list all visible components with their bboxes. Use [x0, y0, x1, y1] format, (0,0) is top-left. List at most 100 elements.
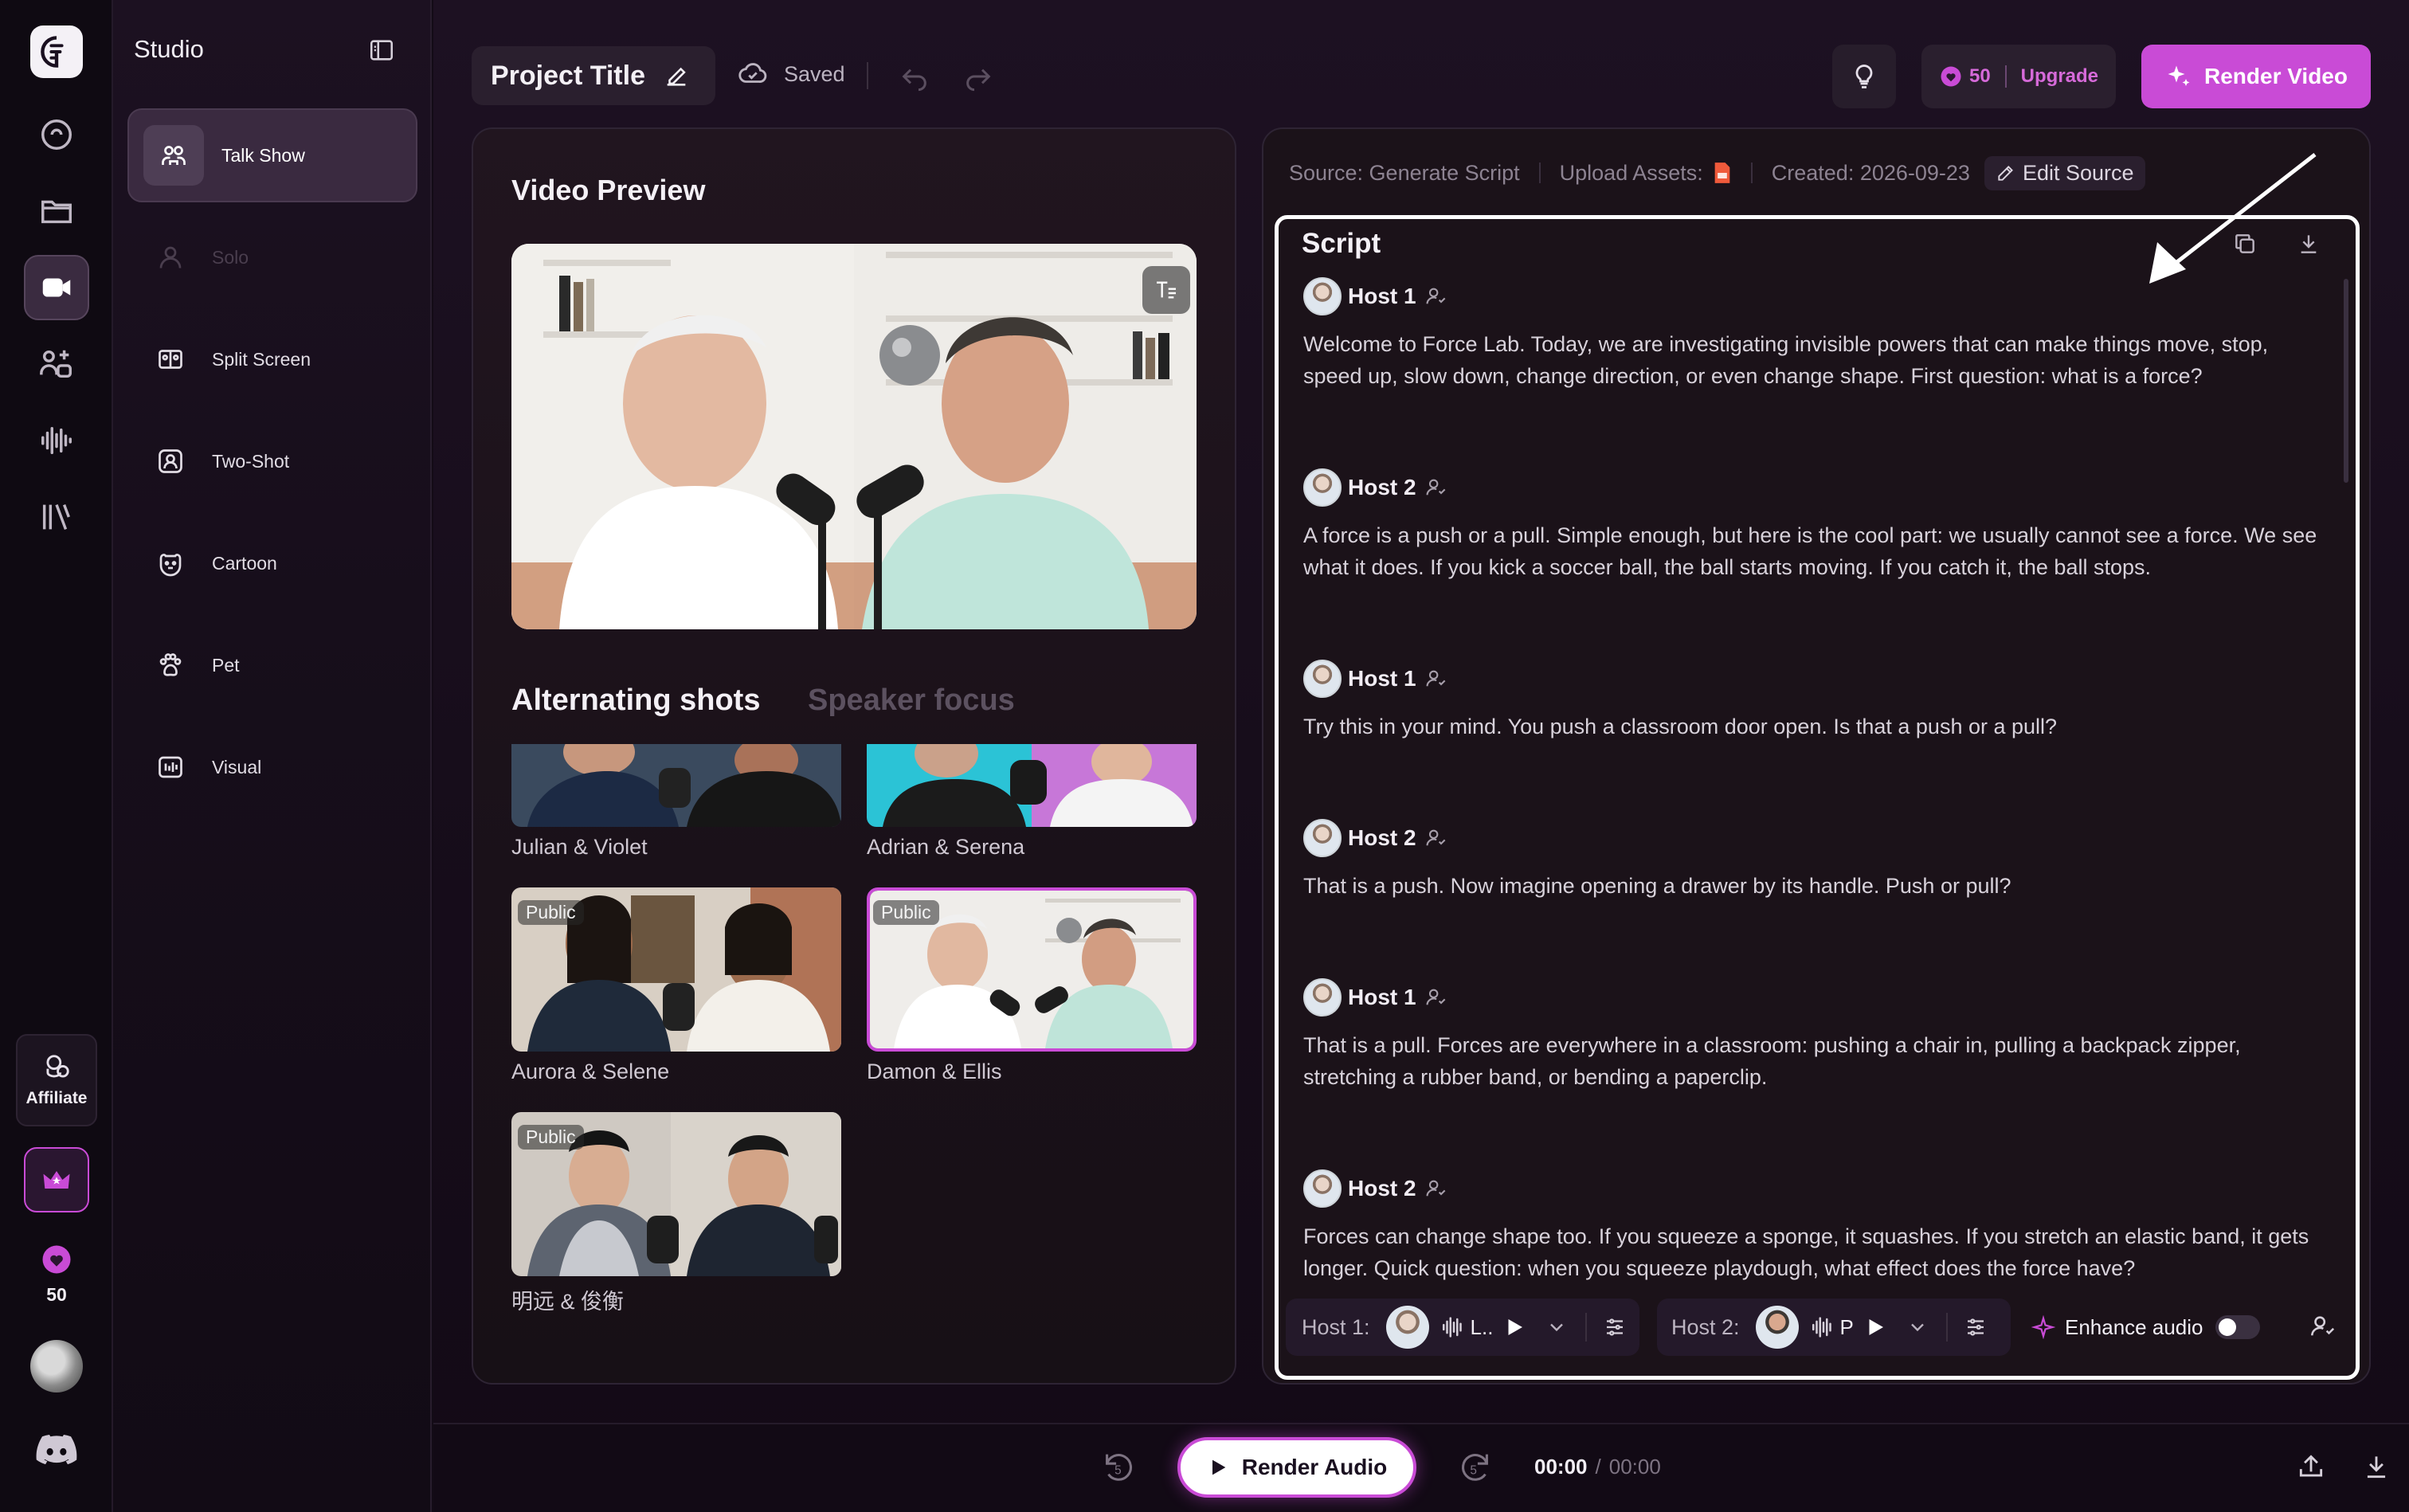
- host2-label: Host 2:: [1671, 1314, 1740, 1339]
- script-host-row[interactable]: Host 2: [1303, 468, 1447, 507]
- script-line-text[interactable]: Try this in your mind. You push a classr…: [1303, 711, 2331, 742]
- host-name: Host 1: [1348, 985, 1416, 1009]
- chevron-down-icon[interactable]: [1906, 1316, 1929, 1338]
- pair-thumb-damon-ellis[interactable]: Public: [867, 887, 1197, 1052]
- change-voice-icon[interactable]: [1424, 285, 1447, 307]
- saved-status: Saved: [738, 59, 845, 89]
- pair-thumb-aurora-selene[interactable]: Public: [511, 887, 841, 1052]
- menu-label: Pet: [212, 654, 240, 676]
- pair-thumb-julian-violet[interactable]: [511, 744, 841, 827]
- script-line-text[interactable]: A force is a push or a pull. Simple enou…: [1303, 519, 2331, 583]
- pdf-file-icon[interactable]: [1713, 162, 1732, 184]
- subtitle-toggle-button[interactable]: [1142, 266, 1190, 314]
- play-voice-icon[interactable]: [1502, 1315, 1526, 1339]
- script-host-row[interactable]: Host 1: [1303, 277, 1447, 315]
- user-avatar[interactable]: [30, 1340, 83, 1393]
- thumb-image: [867, 744, 1197, 827]
- split-screen-icon: [153, 342, 188, 377]
- script-scrollbar[interactable]: [2344, 279, 2348, 483]
- edit-pencil-icon: [667, 67, 686, 86]
- script-host-row[interactable]: Host 1: [1303, 978, 1447, 1016]
- talk-show-icon: [143, 125, 204, 186]
- audio-waveform-icon[interactable]: [24, 408, 89, 473]
- collapse-sidebar-icon[interactable]: [368, 37, 395, 64]
- time-total: 00:00: [1608, 1455, 1661, 1479]
- host1-voice-selector[interactable]: Host 1: L..: [1286, 1299, 1639, 1356]
- undo-icon[interactable]: [899, 61, 930, 92]
- script-line-text[interactable]: That is a pull. Forces are everywhere in…: [1303, 1029, 2331, 1093]
- host-name: Host 1: [1348, 666, 1416, 691]
- time-current: 00:00: [1534, 1455, 1588, 1479]
- redo-icon[interactable]: [962, 61, 994, 92]
- pair-name: Damon & Ellis: [867, 1060, 1002, 1083]
- tab-speaker-focus[interactable]: Speaker focus: [808, 684, 1015, 718]
- menu-item-visual[interactable]: Visual: [127, 720, 417, 814]
- menu-item-cartoon[interactable]: Cartoon: [127, 516, 417, 610]
- render-video-button[interactable]: Render Video: [2141, 45, 2371, 108]
- created-date: Created: 2026-09-23: [1771, 160, 1970, 185]
- public-badge: Public: [518, 1125, 584, 1150]
- skip-back-5-button[interactable]: 5: [1099, 1448, 1136, 1485]
- credits-upgrade-button[interactable]: 50 Upgrade: [1921, 45, 2116, 108]
- host-name: Host 2: [1348, 475, 1416, 499]
- pair-name: Julian & Violet: [511, 835, 648, 859]
- change-voice-icon[interactable]: [1424, 668, 1447, 690]
- menu-item-pet[interactable]: Pet: [127, 618, 417, 712]
- change-voice-icon[interactable]: [1424, 476, 1447, 499]
- chevron-down-icon[interactable]: [1545, 1316, 1568, 1338]
- change-voice-icon[interactable]: [1424, 986, 1447, 1009]
- pair-thumb-adrian-serena[interactable]: [867, 744, 1197, 827]
- library-icon[interactable]: [24, 484, 89, 550]
- change-voice-icon[interactable]: [1424, 1177, 1447, 1200]
- edit-source-button[interactable]: Edit Source: [1984, 155, 2145, 190]
- svg-text:5: 5: [1114, 1464, 1122, 1478]
- video-camera-icon[interactable]: [24, 255, 89, 320]
- crown-upgrade-button[interactable]: [24, 1147, 89, 1212]
- host-avatar: [1385, 1306, 1429, 1349]
- script-line-text[interactable]: That is a push. Now imagine opening a dr…: [1303, 870, 2331, 902]
- menu-item-two-shot[interactable]: Two-Shot: [127, 414, 417, 508]
- render-audio-button[interactable]: Render Audio: [1177, 1437, 1416, 1498]
- discord-icon[interactable]: [35, 1431, 78, 1467]
- change-voice-icon[interactable]: [1424, 827, 1447, 849]
- home-icon[interactable]: [24, 102, 89, 167]
- play-voice-icon[interactable]: [1863, 1315, 1887, 1339]
- host1-label: Host 1:: [1302, 1314, 1370, 1339]
- divider: [867, 62, 868, 89]
- skip-forward-5-button[interactable]: 5: [1458, 1448, 1494, 1485]
- enhance-audio-toggle[interactable]: Enhance audio: [2031, 1299, 2261, 1356]
- script-line-text[interactable]: Forces can change shape too. If you sque…: [1303, 1220, 2331, 1284]
- menu-label: Talk Show: [221, 144, 305, 166]
- render-audio-label: Render Audio: [1241, 1455, 1388, 1479]
- toggle-switch[interactable]: [2215, 1315, 2261, 1339]
- menu-item-talk-show[interactable]: Talk Show: [127, 108, 417, 202]
- affiliate-button[interactable]: Affiliate: [16, 1034, 97, 1126]
- separator: [2004, 65, 2007, 88]
- voice-assign-icon[interactable]: [2309, 1313, 2336, 1340]
- copy-icon[interactable]: [2232, 231, 2258, 257]
- divider: [1538, 163, 1541, 183]
- time-display: 00:00 / 00:00: [1534, 1455, 1661, 1479]
- download-script-icon[interactable]: [2296, 231, 2321, 257]
- avatars-plus-icon[interactable]: [24, 331, 89, 397]
- time-separator: /: [1595, 1455, 1601, 1479]
- voice-settings-icon[interactable]: [1603, 1315, 1627, 1339]
- tab-alternating-shots[interactable]: Alternating shots: [511, 684, 760, 718]
- tips-button[interactable]: [1832, 45, 1896, 108]
- share-icon[interactable]: [2296, 1451, 2326, 1482]
- folder-icon[interactable]: [24, 178, 89, 244]
- video-preview-player[interactable]: [511, 244, 1197, 629]
- project-title-button[interactable]: Project Title: [472, 46, 715, 105]
- menu-item-split-screen[interactable]: Split Screen: [127, 312, 417, 406]
- credits-count: 50: [46, 1284, 67, 1305]
- host-avatar: [1303, 819, 1342, 857]
- pair-thumb-mingyuan-junheng[interactable]: Public: [511, 1112, 841, 1276]
- host2-voice-selector[interactable]: Host 2: P: [1657, 1299, 2011, 1356]
- app-logo[interactable]: [30, 25, 83, 78]
- voice-settings-icon[interactable]: [1964, 1315, 1988, 1339]
- script-host-row[interactable]: Host 2: [1303, 819, 1447, 857]
- script-line-text[interactable]: Welcome to Force Lab. Today, we are inve…: [1303, 328, 2331, 392]
- script-host-row[interactable]: Host 2: [1303, 1169, 1447, 1208]
- download-icon[interactable]: [2361, 1451, 2391, 1482]
- script-host-row[interactable]: Host 1: [1303, 660, 1447, 698]
